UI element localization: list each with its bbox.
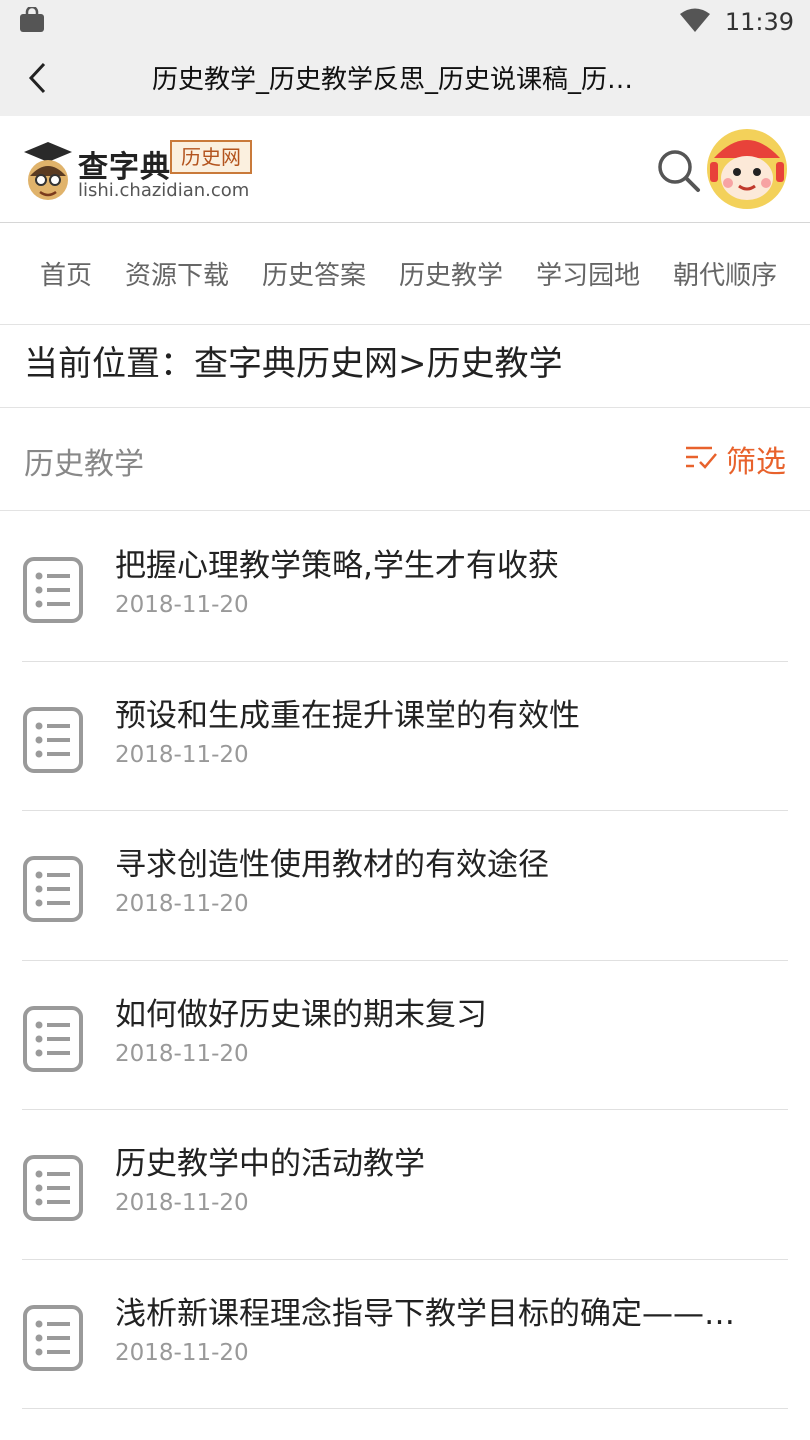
breadcrumb: 当前位置：查字典历史网>历史教学 — [0, 326, 810, 408]
article-title: 寻求创造性使用教材的有效途径 — [115, 847, 549, 883]
nav-item-dynasties[interactable]: 朝代顺序 — [673, 255, 777, 292]
site-header: 查字典 历史网 lishi.chazidian.com — [0, 116, 810, 223]
nav-item-teaching[interactable]: 历史教学 — [399, 255, 503, 292]
nav-item-downloads[interactable]: 资源下载 — [125, 255, 229, 292]
status-bar: 11:39 — [0, 0, 810, 44]
section-title: 历史教学 — [24, 447, 144, 482]
list-document-icon — [22, 1005, 86, 1073]
page-title: 历史教学_历史教学反思_历史说课稿_历… — [152, 65, 634, 95]
list-document-icon — [22, 1154, 86, 1222]
list-document-icon — [22, 556, 86, 624]
list-item[interactable]: 寻求创造性使用教材的有效途径 2018-11-20 — [0, 811, 810, 961]
nav-item-study[interactable]: 学习园地 — [536, 255, 640, 292]
category-nav: 首页 资源下载 历史答案 历史教学 学习园地 朝代顺序 — [0, 223, 810, 325]
filter-label: 筛选 — [726, 445, 786, 480]
back-button[interactable] — [0, 44, 76, 116]
search-button[interactable] — [654, 146, 704, 196]
back-arrow-icon — [26, 61, 50, 99]
logo-badge: 历史网 — [170, 140, 252, 174]
list-item[interactable]: 把握心理教学策略,学生才有收获 2018-11-20 — [0, 512, 810, 662]
search-icon — [654, 150, 704, 200]
status-left — [18, 5, 46, 37]
avatar-icon — [706, 129, 788, 214]
article-title: 浅析新课程理念指导下教学目标的确定——… — [115, 1295, 735, 1332]
article-date: 2018-11-20 — [115, 1339, 249, 1366]
title-bar: 历史教学_历史教学反思_历史说课稿_历… — [0, 44, 810, 116]
article-date: 2018-11-20 — [115, 741, 249, 768]
wifi-icon — [679, 8, 711, 36]
shopping-bag-icon — [18, 5, 46, 37]
article-date: 2018-11-20 — [115, 1040, 249, 1067]
nav-item-answers[interactable]: 历史答案 — [262, 255, 366, 292]
article-title: 历史教学中的活动教学 — [115, 1146, 425, 1182]
list-item[interactable]: 历史教学中的活动教学 2018-11-20 — [0, 1110, 810, 1260]
status-time: 11:39 — [724, 8, 794, 36]
logo-url: lishi.chazidian.com — [78, 180, 250, 201]
list-document-icon — [22, 855, 86, 923]
list-document-icon — [22, 1304, 86, 1372]
article-date: 2018-11-20 — [115, 592, 249, 618]
app-screen: 11:39 历史教学_历史教学反思_历史说课稿_历… 查字典 历史网 lishi… — [0, 0, 810, 1440]
section-header: 历史教学 筛选 — [0, 409, 810, 511]
article-title: 把握心理教学策略,学生才有收获 — [115, 548, 559, 584]
site-logo[interactable]: 查字典 历史网 lishi.chazidian.com — [20, 136, 260, 204]
filter-button[interactable]: 筛选 — [684, 437, 786, 481]
article-date: 2018-11-20 — [115, 891, 249, 917]
article-list: 把握心理教学策略,学生才有收获 2018-11-20 预设和生成重在提升课堂的有… — [0, 512, 810, 1409]
list-item[interactable]: 浅析新课程理念指导下教学目标的确定——… 2018-11-20 — [0, 1260, 810, 1410]
article-title: 如何做好历史课的期末复习 — [115, 996, 487, 1033]
article-title: 预设和生成重在提升课堂的有效性 — [115, 697, 580, 734]
article-date: 2018-11-20 — [115, 1190, 249, 1216]
filter-icon — [684, 442, 718, 476]
status-right: 11:39 — [679, 8, 794, 36]
list-item[interactable]: 如何做好历史课的期末复习 2018-11-20 — [0, 961, 810, 1111]
nav-item-home[interactable]: 首页 — [40, 255, 92, 292]
list-item[interactable]: 预设和生成重在提升课堂的有效性 2018-11-20 — [0, 662, 810, 812]
avatar[interactable] — [706, 128, 788, 210]
list-document-icon — [22, 706, 86, 774]
